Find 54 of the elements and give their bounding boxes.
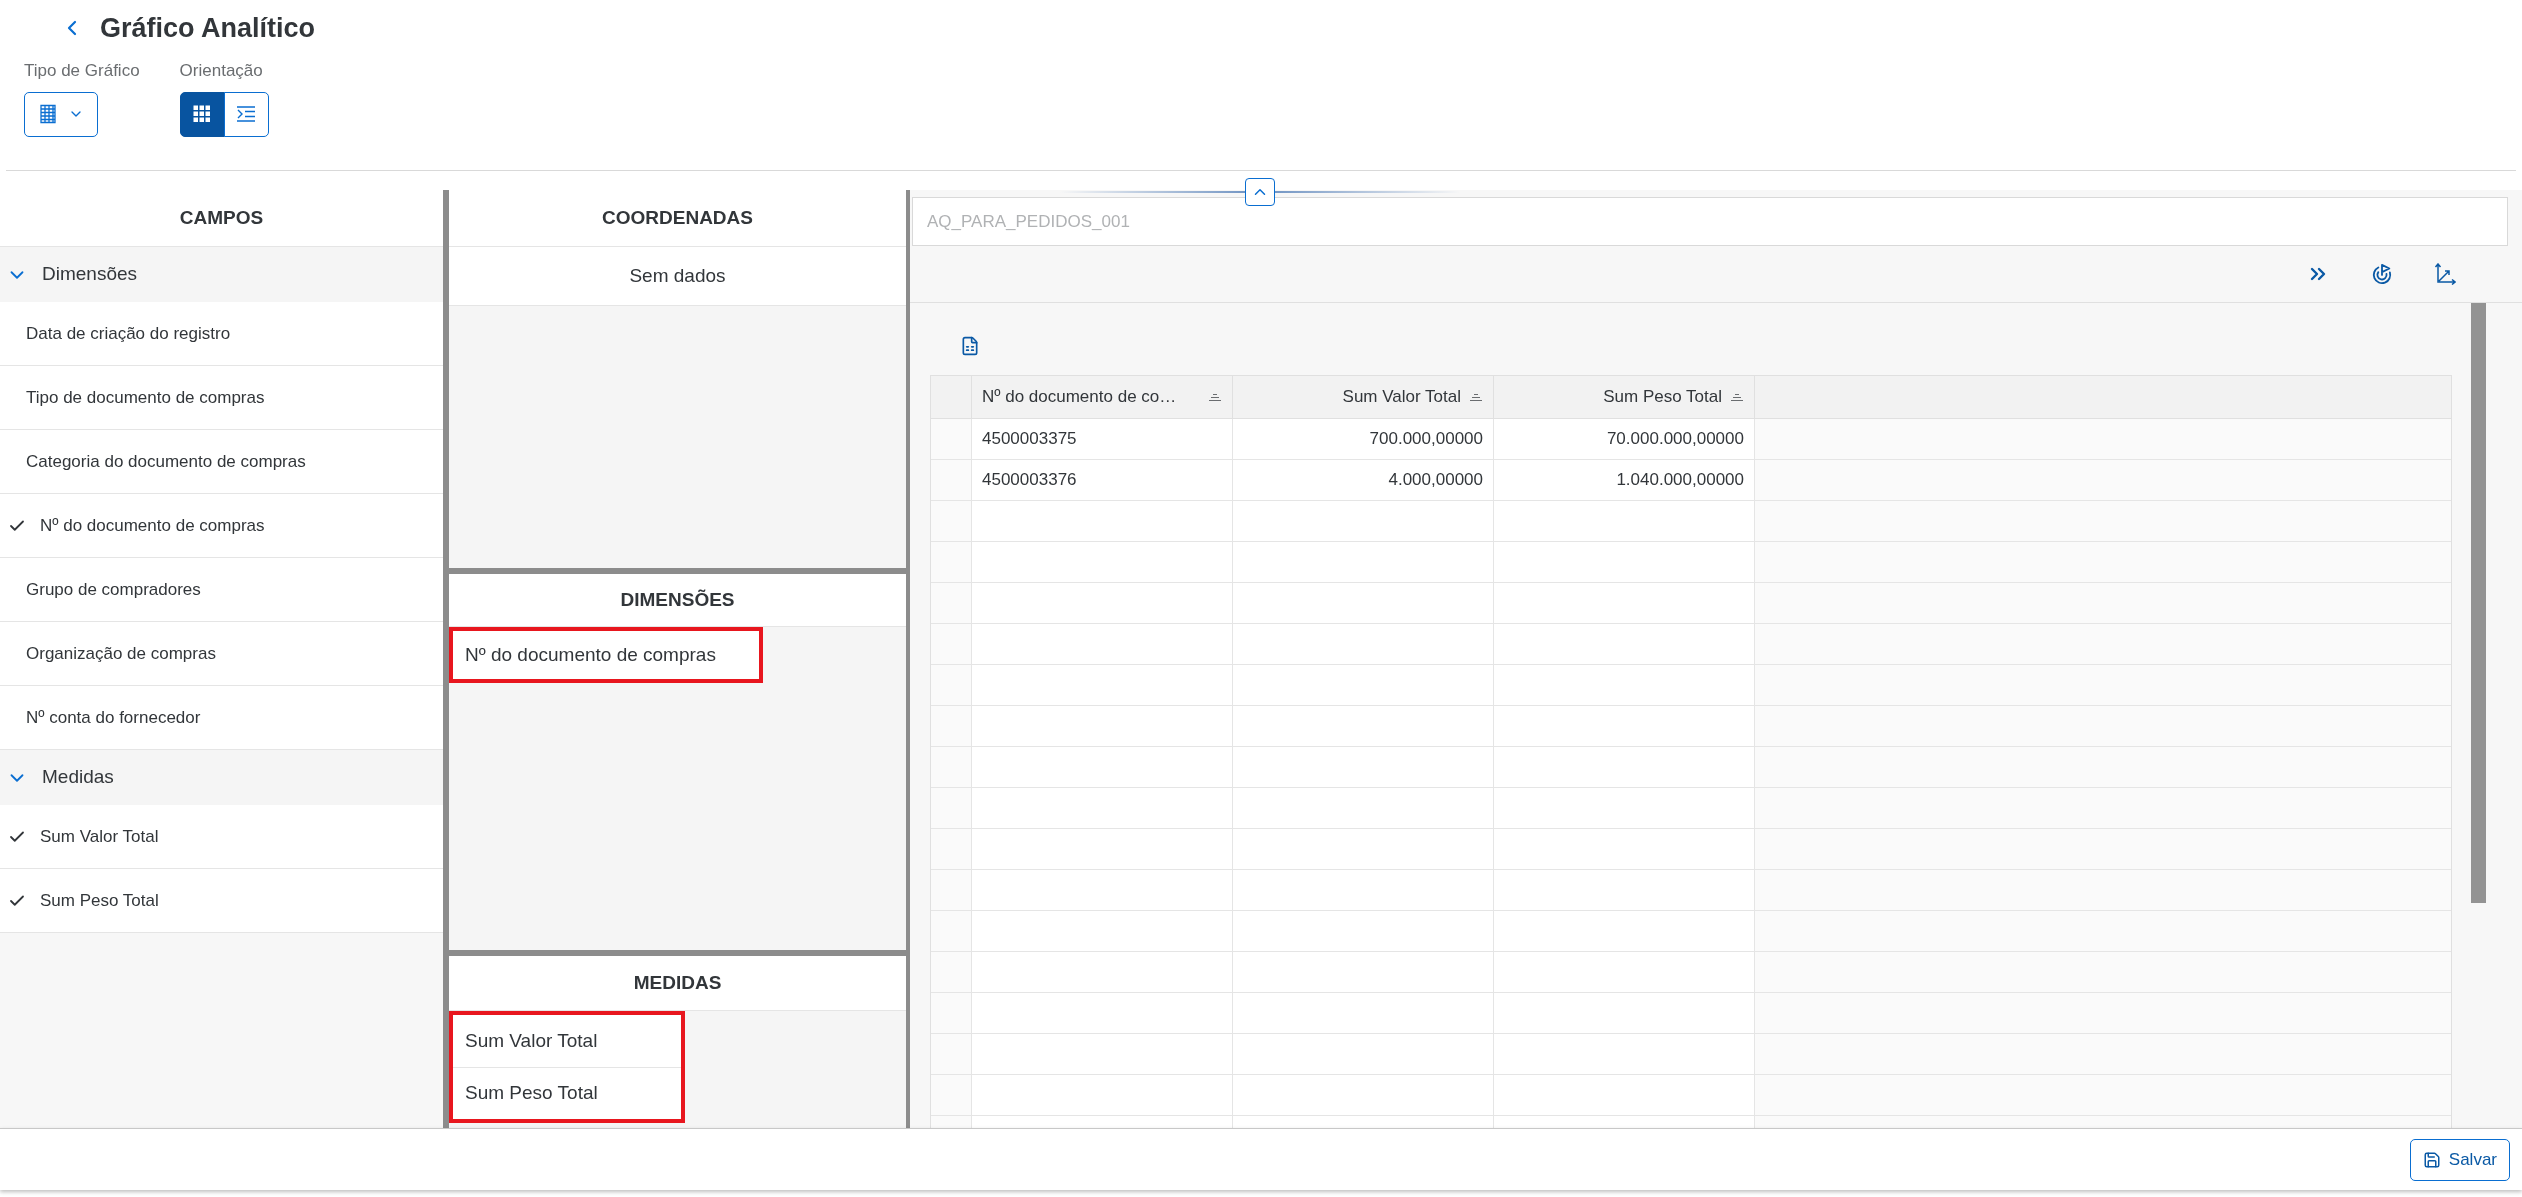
table-cell: 700.000,00000 [1233,419,1494,459]
field-label: Categoria do documento de compras [26,450,306,473]
field-label: Sum Peso Total [40,889,159,912]
orientation-toggle[interactable] [223,91,269,137]
panel-header: DIMENSÕES [449,574,906,627]
sort-icon[interactable] [1208,392,1222,402]
field-label: Sum Valor Total [40,825,159,848]
save-button[interactable]: Salvar [2409,1138,2510,1181]
table-icon [38,104,58,124]
field-list-item[interactable]: Sum Valor Total [0,805,443,869]
column-title: Sum Peso Total [1603,386,1722,409]
field-label: Nº conta do fornecedor [26,706,201,729]
grid-icon [193,105,212,123]
page-title: Gráfico Analítico [100,11,316,45]
field-list-item[interactable]: Data de criação do registro [0,302,443,366]
field-label: Tipo de Gráfico [24,60,140,82]
column-title: Nº do documento de co… [982,386,1177,409]
field-label: Orientação [179,60,264,82]
field-label: Tipo de documento de compras [26,386,265,409]
indent-icon [236,106,257,122]
sort-icon[interactable] [1469,392,1483,402]
panel-header: MEDIDAS [449,956,906,1011]
panel-header: CAMPOS [0,190,443,247]
field-list-item[interactable]: Nº do documento de compras [0,494,443,558]
field-list-item[interactable]: Tipo de documento de compras [0,366,443,430]
field-list-item[interactable]: Categoria do documento de compras [0,430,443,494]
export-button[interactable] [960,336,980,356]
empty-message: Sem dados [449,247,906,306]
field-label: Organização de compras [26,642,216,665]
table-cell: 70.000.000,00000 [1494,419,1755,459]
table-cell: 4500003376 [972,460,1233,500]
panel-header: COORDENADAS [449,190,906,247]
field-list-item[interactable]: Grupo de compradores [0,558,443,622]
orientation-toggle[interactable] [179,91,225,137]
measure-item[interactable]: Sum Peso Total [453,1067,681,1119]
save-icon [2422,1150,2441,1169]
field-label: Nº do documento de compras [40,514,265,537]
field-label: Data de criação do registro [26,322,231,345]
field-label: Grupo de compradores [26,578,201,601]
table-cell: 4500003375 [972,419,1233,459]
field-list-item[interactable]: Sum Peso Total [0,869,443,933]
sort-icon[interactable] [1730,392,1744,402]
field-list-item[interactable]: Nº conta do fornecedor [0,686,443,750]
chart-type-dropdown[interactable] [24,91,98,137]
table-cell: 1.040.000,00000 [1494,460,1755,500]
field-list-item[interactable]: Organização de compras [0,622,443,686]
scrollbar-thumb[interactable] [2471,303,2486,903]
spreadsheet-icon [960,336,980,356]
table-cell: 4.000,00000 [1233,460,1494,500]
collapse-header-button[interactable] [1245,178,1275,206]
measure-item[interactable]: Sum Valor Total [453,1015,681,1067]
dimension-item[interactable]: Nº do documento de compras [453,631,759,679]
target-icon [2371,263,2393,285]
column-title: Sum Valor Total [1342,386,1461,409]
